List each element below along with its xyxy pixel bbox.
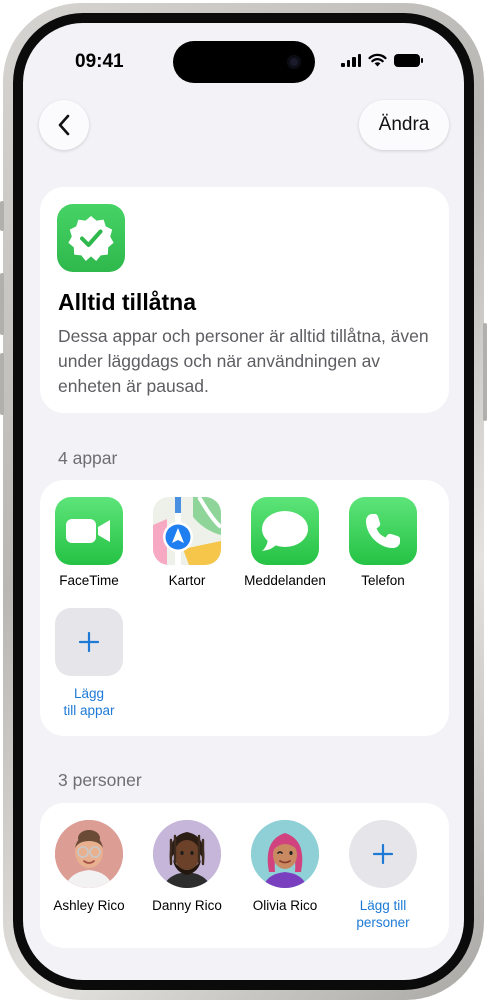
person-name: Ashley Rico [53, 898, 125, 913]
avatar [55, 820, 123, 888]
action-button [0, 201, 4, 231]
card-title: Alltid tillåtna [58, 289, 196, 315]
battery-icon [394, 53, 423, 67]
apps-card: FaceTime Kartor Meddelanden Telefon Lägg… [40, 480, 449, 736]
messages-icon [251, 497, 319, 565]
plus-icon [78, 631, 100, 653]
status-icons [341, 53, 423, 67]
app-facetime[interactable]: FaceTime [40, 497, 138, 588]
person-olivia[interactable]: Olivia Rico [236, 820, 334, 914]
camera-icon [287, 55, 301, 69]
wifi-icon [368, 53, 387, 67]
volume-up-button [0, 273, 4, 335]
cellular-signal-icon [341, 53, 361, 67]
add-apps-button[interactable]: Lägg till appar [40, 608, 138, 719]
person-name: Olivia Rico [252, 898, 318, 913]
person-danny[interactable]: Danny Rico [138, 820, 236, 914]
volume-down-button [0, 353, 4, 415]
app-label: Kartor [168, 573, 206, 588]
always-allowed-card: Alltid tillåtna Dessa appar och personer… [40, 187, 449, 413]
app-messages[interactable]: Meddelanden [236, 497, 334, 588]
phone-icon [349, 497, 417, 565]
add-people-label: Lägg till personer [356, 898, 410, 930]
apps-section-label: 4 appar [58, 448, 118, 468]
person-name: Danny Rico [152, 898, 222, 913]
person-ashley[interactable]: Ashley Rico [40, 820, 138, 914]
maps-icon [153, 497, 221, 565]
checkmark-seal-icon [68, 216, 114, 261]
avatar [153, 820, 221, 888]
add-app-tile [55, 608, 123, 676]
plus-icon [372, 843, 394, 865]
always-allowed-badge-icon [57, 204, 125, 272]
status-time: 09:41 [75, 51, 124, 72]
facetime-icon [55, 497, 123, 565]
back-button[interactable] [39, 100, 89, 150]
avatar [251, 820, 319, 888]
app-label: FaceTime [59, 573, 119, 588]
add-people-button[interactable]: Lägg till personer [334, 820, 432, 931]
bezel: 09:41 Ändra Alltid tillåtna Dessa appar … [13, 13, 474, 990]
add-person-circle [349, 820, 417, 888]
add-apps-label: Lägg till appar [63, 686, 115, 718]
people-card: Ashley Rico Danny Rico Olivia Rico Lägg … [40, 803, 449, 948]
people-section-label: 3 personer [58, 770, 142, 790]
chevron-left-icon [58, 114, 70, 136]
card-description: Dessa appar och personer är alltid tillå… [58, 326, 429, 396]
app-maps[interactable]: Kartor [138, 497, 236, 588]
screen: 09:41 Ändra Alltid tillåtna Dessa appar … [23, 23, 464, 980]
side-button [483, 323, 487, 421]
dynamic-island [173, 41, 315, 83]
app-label: Meddelanden [244, 573, 326, 588]
edit-button[interactable]: Ändra [359, 100, 449, 150]
phone-frame: 09:41 Ändra Alltid tillåtna Dessa appar … [0, 3, 487, 1000]
app-phone[interactable]: Telefon [334, 497, 432, 588]
app-label: Telefon [361, 573, 405, 588]
